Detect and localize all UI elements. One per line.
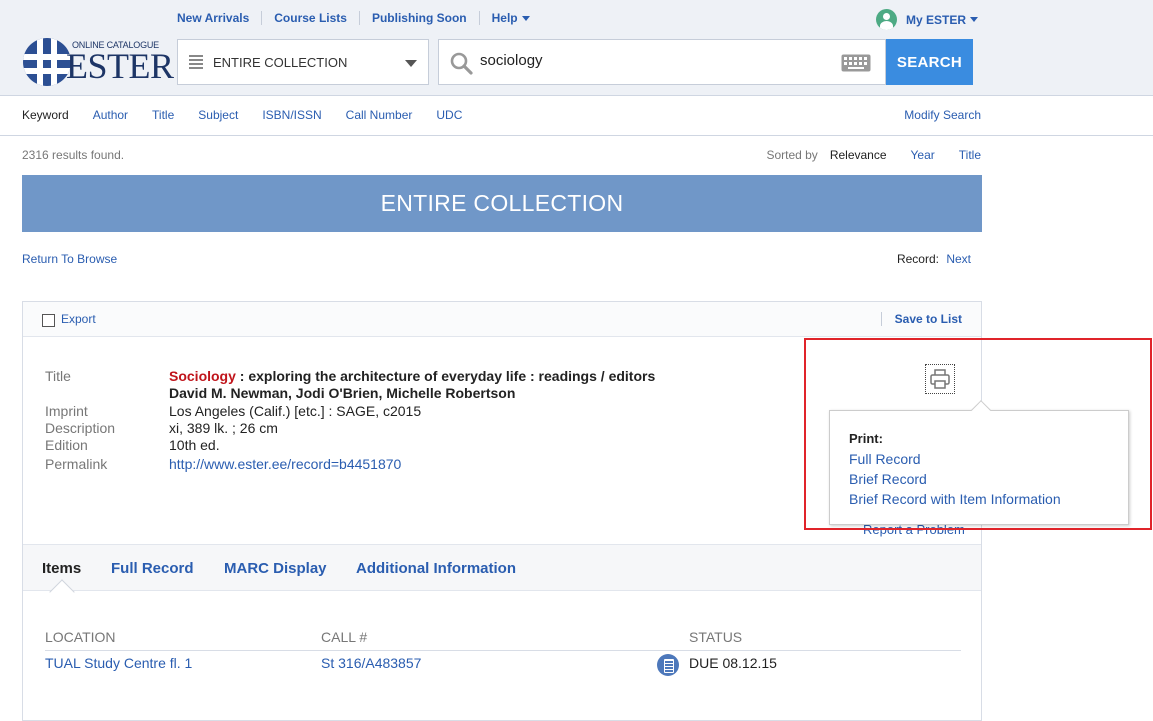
nav-new-arrivals[interactable]: New Arrivals <box>165 11 261 25</box>
tab-marc-display[interactable]: MARC Display <box>224 560 327 577</box>
description-value: xi, 389 lk. ; 26 cm <box>169 420 278 436</box>
tab-call-number[interactable]: Call Number <box>346 108 413 122</box>
permalink-link[interactable]: http://www.ester.ee/record=b4451870 <box>169 456 401 472</box>
next-record-link[interactable]: Next <box>946 252 971 266</box>
imprint-value: Los Angeles (Calif.) [etc.] : SAGE, c201… <box>169 403 422 419</box>
keyboard-icon[interactable] <box>841 54 871 72</box>
microfilm-icon <box>657 654 679 676</box>
nav-publishing-soon[interactable]: Publishing Soon <box>358 11 479 25</box>
return-to-browse-link[interactable]: Return To Browse <box>22 252 117 266</box>
permalink-label: Permalink <box>45 456 108 472</box>
tab-title[interactable]: Title <box>152 108 174 122</box>
items-table-header: LOCATION CALL # STATUS <box>45 629 961 651</box>
edition-value: 10th ed. <box>169 437 220 453</box>
search-type-bar: Keyword Author Title Subject ISBN/ISSN C… <box>0 96 1153 136</box>
my-ester-menu[interactable]: My ESTER <box>876 9 979 30</box>
tab-isbn-issn[interactable]: ISBN/ISSN <box>262 108 321 122</box>
tab-udc[interactable]: UDC <box>436 108 462 122</box>
chevron-down-icon <box>970 17 979 22</box>
nav-help-label: Help <box>491 11 518 25</box>
sort-bar: Sorted by Relevance Year Title <box>766 148 981 162</box>
tab-keyword[interactable]: Keyword <box>22 108 69 122</box>
title-rest: : exploring the architecture of everyday… <box>235 368 656 384</box>
tab-subject[interactable]: Subject <box>198 108 238 122</box>
tab-full-record[interactable]: Full Record <box>111 560 194 577</box>
collection-banner: ENTIRE COLLECTION <box>22 175 982 232</box>
title-label: Title <box>45 368 71 384</box>
my-ester-label: My ESTER <box>906 12 967 27</box>
user-icon <box>876 9 897 30</box>
search-input[interactable] <box>480 52 820 69</box>
search-button[interactable]: SEARCH <box>886 39 973 85</box>
record-toolbar: Export Save to List <box>23 302 981 337</box>
col-location: LOCATION <box>45 629 116 645</box>
imprint-label: Imprint <box>45 403 88 419</box>
scope-select[interactable]: ENTIRE COLLECTION <box>177 39 429 85</box>
export-checkbox[interactable] <box>42 314 55 327</box>
globe-logo-icon <box>23 38 71 86</box>
modify-search-link[interactable]: Modify Search <box>904 108 981 122</box>
search-box <box>438 39 886 85</box>
logo[interactable]: ONLINE CATALOGUE ESTER <box>22 37 174 87</box>
search-icon <box>450 52 473 75</box>
sort-relevance[interactable]: Relevance <box>830 148 887 162</box>
sorted-by-label: Sorted by <box>766 148 818 162</box>
results-count: 2316 results found. <box>22 148 125 162</box>
chevron-down-icon <box>521 16 530 22</box>
header: New Arrivals Course Lists Publishing Soo… <box>0 0 1153 96</box>
item-call-number-link[interactable]: St 316/A483857 <box>321 655 421 671</box>
tab-additional-info[interactable]: Additional Information <box>356 560 516 577</box>
record-nav: Record: Next <box>897 252 971 266</box>
active-tab-indicator <box>49 579 75 605</box>
save-to-list-link[interactable]: Save to List <box>880 312 962 326</box>
nav-course-lists[interactable]: Course Lists <box>261 11 359 25</box>
title-highlight: Sociology <box>169 368 236 384</box>
export-link[interactable]: Export <box>61 312 96 326</box>
scope-value: ENTIRE COLLECTION <box>213 54 348 70</box>
list-icon <box>189 53 203 71</box>
nav-help[interactable]: Help <box>478 11 542 25</box>
logo-title: ESTER <box>66 46 174 86</box>
item-tabs: Items Full Record MARC Display Additiona… <box>23 544 981 605</box>
dropdown-arrow-icon <box>405 60 417 67</box>
item-status: DUE 08.12.15 <box>689 655 777 671</box>
annotation-highlight-box <box>804 338 1152 530</box>
title-editors: David M. Newman, Jodi O'Brien, Michelle … <box>169 385 516 401</box>
table-row: TUAL Study Centre fl. 1 St 316/A483857 D… <box>45 654 961 679</box>
sort-title[interactable]: Title <box>959 148 981 162</box>
description-label: Description <box>45 420 116 436</box>
col-status: STATUS <box>689 629 743 645</box>
search-type-tabs: Keyword Author Title Subject ISBN/ISSN C… <box>22 108 486 122</box>
record-label: Record: <box>896 252 939 266</box>
top-nav: New Arrivals Course Lists Publishing Soo… <box>165 11 542 25</box>
col-call-number: CALL # <box>321 629 368 645</box>
tab-author[interactable]: Author <box>93 108 128 122</box>
tab-items[interactable]: Items <box>42 560 81 577</box>
sort-year[interactable]: Year <box>911 148 935 162</box>
edition-label: Edition <box>45 437 88 453</box>
item-location-link[interactable]: TUAL Study Centre fl. 1 <box>45 655 192 671</box>
title-value: Sociology : exploring the architecture o… <box>169 368 655 384</box>
